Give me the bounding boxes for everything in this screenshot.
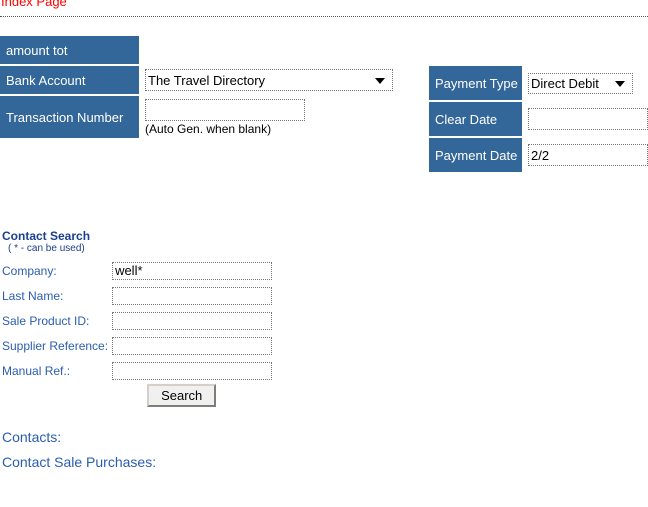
manual-ref-input[interactable]: [112, 361, 273, 380]
payment-right-table: Payment Type Direct Debit Clear Date Pay…: [429, 64, 648, 174]
amount-tot-label: amount tot: [0, 36, 139, 64]
contact-search-section: Contact Search ( * - can be used) Compan…: [0, 229, 340, 408]
contacts-label: Contacts:: [2, 429, 62, 445]
table-row: Payment Date: [429, 138, 648, 172]
supplier-reference-cell: [112, 333, 273, 358]
contact-search-title: Contact Search: [2, 229, 91, 243]
supplier-reference-input[interactable]: [112, 336, 273, 355]
sale-product-id-label: Sale Product ID:: [2, 313, 90, 328]
company-label: Company:: [2, 263, 57, 278]
transaction-number-input[interactable]: [145, 98, 305, 121]
last-name-input[interactable]: [112, 286, 273, 305]
index-page-link[interactable]: Index Page: [0, 0, 67, 10]
payment-type-select-wrapper: Direct Debit: [528, 72, 633, 94]
clear-date-cell: [522, 102, 648, 136]
table-row: Last Name:: [0, 283, 273, 308]
table-row: Bank Account The Travel Directory: [0, 66, 425, 94]
manual-ref-cell: [112, 358, 273, 383]
contact-search-table: Company: Last Name: Sale Product ID: Sup…: [0, 258, 273, 408]
transaction-number-cell: (Auto Gen. when blank): [139, 96, 425, 138]
search-button-cell: Search: [112, 383, 272, 408]
table-row: Company:: [0, 258, 273, 283]
table-row: Search: [0, 383, 272, 408]
search-button[interactable]: Search: [147, 384, 217, 407]
payment-type-select[interactable]: Direct Debit: [528, 72, 633, 94]
clear-date-label: Clear Date: [429, 102, 522, 136]
transaction-number-hint: (Auto Gen. when blank): [145, 121, 272, 136]
bank-account-select[interactable]: The Travel Directory: [145, 69, 393, 91]
table-row: amount tot: [0, 36, 425, 64]
payment-date-label: Payment Date: [429, 138, 522, 172]
table-row: Manual Ref.:: [0, 358, 273, 383]
sale-product-id-cell: [112, 308, 273, 333]
payment-form: amount tot Bank Account The Travel Direc…: [0, 34, 648, 184]
spacer-cell: [0, 383, 112, 408]
amount-tot-value: [139, 36, 425, 64]
bank-account-cell: The Travel Directory: [139, 66, 425, 94]
bank-account-label: Bank Account: [0, 66, 139, 94]
table-row: Payment Type Direct Debit: [429, 66, 648, 100]
sale-product-id-input[interactable]: [112, 311, 273, 330]
payment-type-cell: Direct Debit: [522, 66, 648, 100]
last-name-cell: [112, 283, 273, 308]
top-navigation: Index Page: [0, 0, 67, 12]
company-cell: [112, 258, 273, 283]
table-row: Transaction Number (Auto Gen. when blank…: [0, 96, 425, 138]
bank-account-select-wrapper: The Travel Directory: [145, 69, 393, 91]
transaction-number-label: Transaction Number: [0, 96, 139, 138]
payment-date-cell: [522, 138, 648, 172]
table-row: Sale Product ID:: [0, 308, 273, 333]
manual-ref-label: Manual Ref.:: [2, 363, 71, 378]
table-row: Supplier Reference:: [0, 333, 273, 358]
table-row: Clear Date: [429, 102, 648, 136]
last-name-label: Last Name:: [2, 288, 64, 303]
payment-type-label: Payment Type: [429, 66, 522, 100]
payment-left-table: amount tot Bank Account The Travel Direc…: [0, 34, 425, 140]
payment-date-input[interactable]: [528, 144, 648, 166]
supplier-reference-label: Supplier Reference:: [2, 338, 109, 353]
company-input[interactable]: [112, 261, 273, 280]
bottom-section: Contacts: Contact Sale Purchases:: [0, 425, 400, 475]
header-divider: [0, 16, 648, 17]
contact-sale-purchases-label: Contact Sale Purchases:: [2, 454, 157, 470]
clear-date-input[interactable]: [528, 108, 648, 130]
contact-search-subtitle: ( * - can be used): [8, 243, 85, 254]
